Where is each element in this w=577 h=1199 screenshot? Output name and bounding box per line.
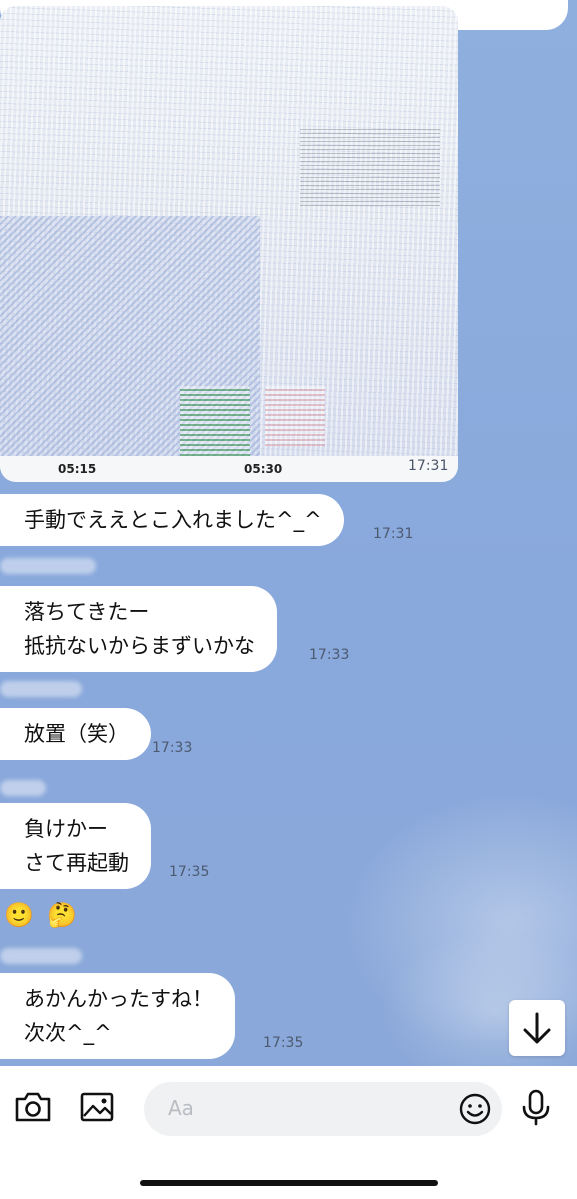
chat-area[interactable]: 05:15 05:30 17:31 手動でええとこ入れました^_^ 17:31 …: [0, 0, 577, 1066]
message-time: 17:35: [169, 864, 210, 880]
sender-name: [0, 948, 82, 964]
message-bubble[interactable]: 放置（笑）: [0, 708, 151, 760]
message-bubble[interactable]: あかんかったすね！ 次次^_^: [0, 973, 235, 1059]
message-bubble[interactable]: 手動でええとこ入れました^_^: [0, 494, 344, 546]
image-scribble: [180, 386, 250, 456]
message-bubble[interactable]: 負けかー さて再起動: [0, 803, 151, 889]
sender-name: [0, 681, 82, 697]
message-time: 17:33: [309, 647, 350, 663]
message-bubble[interactable]: 落ちてきたー 抵抗ないからまずいかな: [0, 586, 277, 672]
reaction-smile-icon[interactable]: 🙂: [4, 901, 34, 929]
message-time: 17:33: [152, 740, 193, 756]
reaction-thinking-icon[interactable]: 🤔: [47, 901, 77, 929]
sender-name: [0, 558, 96, 574]
camera-icon[interactable]: [12, 1086, 54, 1128]
image-axis-label: 05:30: [244, 462, 283, 476]
image-axis-label: 05:15: [58, 462, 97, 476]
microphone-icon[interactable]: [515, 1086, 557, 1128]
emoji-icon[interactable]: [458, 1092, 492, 1126]
image-message[interactable]: 05:15 05:30: [0, 6, 458, 482]
home-indicator: [140, 1180, 438, 1186]
scroll-to-bottom-button[interactable]: [509, 1000, 565, 1056]
sender-name: [0, 780, 46, 796]
arrow-down-icon: [523, 1012, 551, 1044]
image-scribble: [265, 386, 325, 446]
image-scribble: [300, 126, 440, 206]
image-icon[interactable]: [76, 1086, 118, 1128]
message-input[interactable]: Aa: [144, 1082, 502, 1136]
message-time: 17:31: [408, 458, 449, 474]
message-time: 17:35: [263, 1035, 304, 1051]
message-input-placeholder: Aa: [168, 1096, 194, 1120]
message-time: 17:31: [373, 526, 414, 542]
